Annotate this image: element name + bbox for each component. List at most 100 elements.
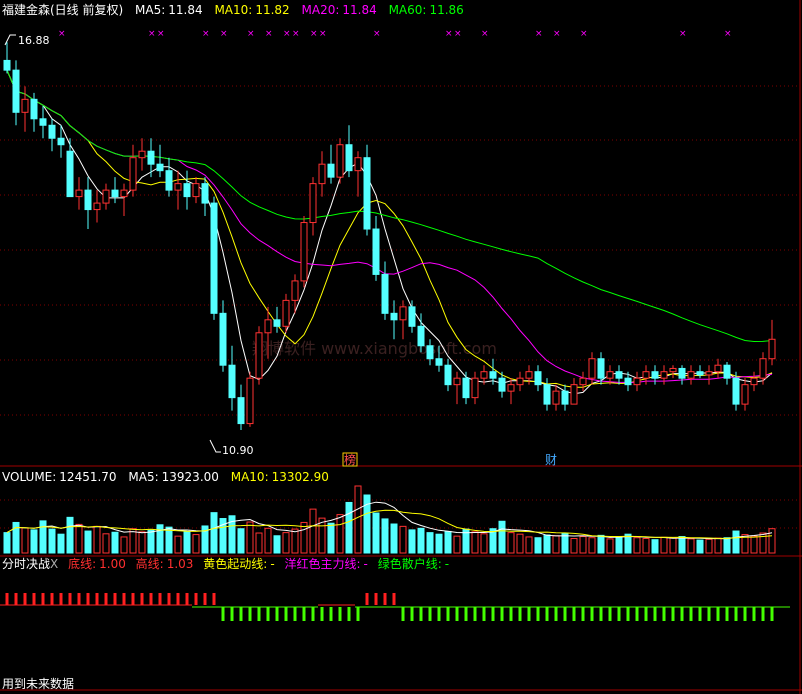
volume-bar [480,533,488,554]
candle-body [462,377,470,399]
candle-body [435,358,443,366]
candle [768,319,776,366]
indicator-bars [0,593,790,621]
candle [183,170,191,210]
candle [471,371,479,405]
volume-label: VOLUME: [2,470,56,484]
candle [696,365,704,379]
volume-bar [327,522,335,554]
candle [561,384,569,411]
volume-bar [525,536,533,554]
volume-bar [84,530,92,554]
cross-marker: × [373,29,381,39]
vol-ma10-value: 13302.90 [272,470,329,484]
candle [309,177,317,236]
candle-body [417,325,425,347]
volume-bar [48,528,56,554]
candle [336,138,344,184]
candle-body [354,157,362,172]
stock-chart[interactable]: 福建金森(日线 前复权) MA5: 11.84 MA10: 11.82 MA20: 1… [0,0,802,694]
volume-bar [210,512,218,554]
candle-body [516,377,524,386]
cross-markers: × × × × × × × × × × × × × × × × × × × × [58,29,732,39]
event-mark-2[interactable]: 财 [545,453,557,467]
candle-body [57,137,65,146]
volume-bar [39,520,47,554]
candle [354,151,362,197]
candle-body [201,183,209,204]
candle [705,365,713,385]
candle-body [660,371,668,379]
candle-body [768,338,776,360]
volume-bar [147,529,155,554]
cross-marker: × [481,29,489,39]
volume-bar [336,514,344,554]
candle [192,177,200,204]
candle [381,261,389,320]
price-header: 福建金森(日线 前复权) MA5: 11.84 MA10: 11.82 MA20: 1… [2,2,464,17]
ma5-value: 11.84 [168,3,202,17]
candle [516,371,524,392]
volume-bar [192,534,200,554]
volume-bar [768,528,776,554]
candle [750,371,758,392]
candle [534,365,542,392]
volume-bar [615,536,623,554]
candle [345,125,353,178]
candle [255,326,263,385]
candle [723,361,731,385]
volume-bar [237,528,245,554]
candle [408,300,416,333]
candle [759,352,767,385]
candle-body [741,384,749,405]
candle-body [606,371,614,379]
candle-body [309,183,317,224]
candle [678,365,686,385]
ma10-value: 11.82 [255,3,289,17]
candle-body [678,367,686,379]
volume-bar [156,524,164,554]
green-retail-label: 绿色散户线: [378,556,442,571]
volume-header: VOLUME: 12451.70 MA5: 13923.00 MA10: 13302.… [2,470,329,484]
event-mark-1[interactable]: 榜 [344,452,356,467]
candle-body [273,319,281,327]
volume-bar [498,520,506,554]
candle [399,300,407,340]
volume-bar [426,532,434,554]
candle [687,365,695,385]
volume-bar [3,532,11,554]
candle [570,378,578,405]
candle-body [444,364,452,386]
candle [120,183,128,217]
candle-body [291,280,299,301]
candle [669,365,677,379]
volume-bar [732,530,740,554]
volume-bar [93,525,101,554]
stock-title: 福建金森(日线 前复权) [2,2,123,17]
candle [75,177,83,210]
candle [660,365,668,385]
high-line-label: 高线: [136,556,164,571]
candle-body [39,118,47,126]
candle-body [282,299,290,327]
candle [66,138,74,198]
ma60-label: MA60: [389,3,427,17]
candle-body [255,332,263,379]
vol-ma5-value: 13923.00 [162,470,219,484]
candle [624,371,632,392]
volume-bar [282,532,290,554]
candle-body [426,345,434,360]
volume-bar [453,535,461,554]
candle-body [372,228,380,275]
candle [156,144,164,178]
volume-bar [642,538,650,554]
candle-body [111,189,119,198]
candle-body [174,183,182,191]
candle-body [453,377,461,386]
candle [453,371,461,405]
bottom-line-value: 1.00 [99,557,126,571]
candle-body [471,377,479,399]
candle-body [48,124,56,139]
candle-body [732,377,740,405]
volume-bar [111,531,119,554]
